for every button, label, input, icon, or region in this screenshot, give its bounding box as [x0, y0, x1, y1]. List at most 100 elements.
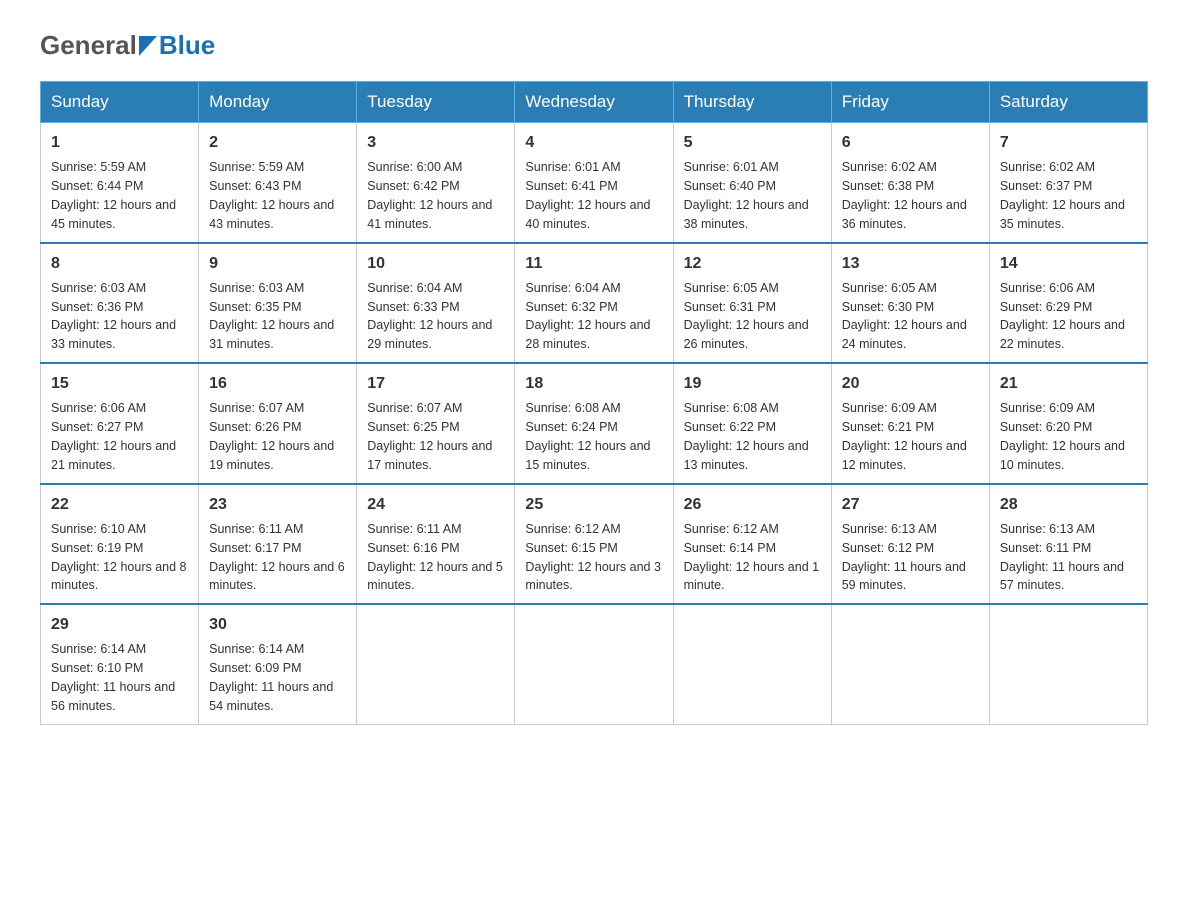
calendar-cell: 25Sunrise: 6:12 AMSunset: 6:15 PMDayligh…	[515, 484, 673, 605]
day-info: Sunrise: 6:01 AMSunset: 6:40 PMDaylight:…	[684, 160, 809, 231]
day-info: Sunrise: 6:03 AMSunset: 6:35 PMDaylight:…	[209, 281, 334, 352]
calendar-cell	[989, 604, 1147, 724]
day-number: 17	[367, 372, 504, 395]
day-number: 27	[842, 493, 979, 516]
calendar-cell: 23Sunrise: 6:11 AMSunset: 6:17 PMDayligh…	[199, 484, 357, 605]
day-info: Sunrise: 6:11 AMSunset: 6:17 PMDaylight:…	[209, 522, 345, 593]
calendar-cell: 16 Sunrise: 6:07 AMSunset: 6:26 PMDayligh…	[199, 363, 357, 484]
calendar-cell: 10 Sunrise: 6:04 AMSunset: 6:33 PMDayligh…	[357, 243, 515, 364]
logo-arrow-icon	[139, 36, 157, 56]
day-number: 6	[842, 131, 979, 154]
day-info: Sunrise: 5:59 AMSunset: 6:44 PMDaylight:…	[51, 160, 176, 231]
day-info: Sunrise: 6:00 AMSunset: 6:42 PMDaylight:…	[367, 160, 492, 231]
day-number: 5	[684, 131, 821, 154]
calendar-cell: 20Sunrise: 6:09 AMSunset: 6:21 PMDayligh…	[831, 363, 989, 484]
day-info: Sunrise: 6:01 AMSunset: 6:41 PMDaylight:…	[525, 160, 650, 231]
calendar-week-row: 1 Sunrise: 5:59 AMSunset: 6:44 PMDaylight…	[41, 123, 1148, 243]
calendar-cell: 5 Sunrise: 6:01 AMSunset: 6:40 PMDaylight…	[673, 123, 831, 243]
calendar-cell: 1 Sunrise: 5:59 AMSunset: 6:44 PMDaylight…	[41, 123, 199, 243]
calendar-table: SundayMondayTuesdayWednesdayThursdayFrid…	[40, 81, 1148, 725]
logo-blue-text: Blue	[159, 30, 215, 61]
day-info: Sunrise: 6:07 AMSunset: 6:26 PMDaylight:…	[209, 401, 334, 472]
day-info: Sunrise: 6:14 AMSunset: 6:09 PMDaylight:…	[209, 642, 333, 713]
calendar-week-row: 15Sunrise: 6:06 AMSunset: 6:27 PMDayligh…	[41, 363, 1148, 484]
page-header: General Blue	[40, 30, 1148, 61]
day-info: Sunrise: 6:02 AMSunset: 6:37 PMDaylight:…	[1000, 160, 1125, 231]
calendar-cell: 28 Sunrise: 6:13 AMSunset: 6:11 PMDayligh…	[989, 484, 1147, 605]
day-info: Sunrise: 6:08 AMSunset: 6:22 PMDaylight:…	[684, 401, 809, 472]
weekday-header-thursday: Thursday	[673, 82, 831, 123]
calendar-cell: 14 Sunrise: 6:06 AMSunset: 6:29 PMDayligh…	[989, 243, 1147, 364]
day-number: 13	[842, 252, 979, 275]
day-number: 29	[51, 613, 188, 636]
day-number: 10	[367, 252, 504, 275]
calendar-cell: 18 Sunrise: 6:08 AMSunset: 6:24 PMDayligh…	[515, 363, 673, 484]
day-info: Sunrise: 6:09 AMSunset: 6:21 PMDaylight:…	[842, 401, 967, 472]
day-number: 9	[209, 252, 346, 275]
day-info: Sunrise: 6:04 AMSunset: 6:33 PMDaylight:…	[367, 281, 492, 352]
calendar-cell: 9 Sunrise: 6:03 AMSunset: 6:35 PMDaylight…	[199, 243, 357, 364]
calendar-cell: 15Sunrise: 6:06 AMSunset: 6:27 PMDayligh…	[41, 363, 199, 484]
day-number: 15	[51, 372, 188, 395]
day-info: Sunrise: 6:13 AMSunset: 6:11 PMDaylight:…	[1000, 522, 1124, 593]
calendar-week-row: 22 Sunrise: 6:10 AMSunset: 6:19 PMDayligh…	[41, 484, 1148, 605]
weekday-header-row: SundayMondayTuesdayWednesdayThursdayFrid…	[41, 82, 1148, 123]
calendar-cell: 13 Sunrise: 6:05 AMSunset: 6:30 PMDayligh…	[831, 243, 989, 364]
day-number: 1	[51, 131, 188, 154]
calendar-cell: 8 Sunrise: 6:03 AMSunset: 6:36 PMDaylight…	[41, 243, 199, 364]
calendar-cell: 22 Sunrise: 6:10 AMSunset: 6:19 PMDayligh…	[41, 484, 199, 605]
day-number: 18	[525, 372, 662, 395]
day-number: 12	[684, 252, 821, 275]
calendar-cell: 21Sunrise: 6:09 AMSunset: 6:20 PMDayligh…	[989, 363, 1147, 484]
weekday-header-tuesday: Tuesday	[357, 82, 515, 123]
calendar-cell: 6 Sunrise: 6:02 AMSunset: 6:38 PMDaylight…	[831, 123, 989, 243]
day-info: Sunrise: 6:11 AMSunset: 6:16 PMDaylight:…	[367, 522, 503, 593]
day-number: 7	[1000, 131, 1137, 154]
calendar-cell: 27 Sunrise: 6:13 AMSunset: 6:12 PMDayligh…	[831, 484, 989, 605]
calendar-week-row: 8 Sunrise: 6:03 AMSunset: 6:36 PMDaylight…	[41, 243, 1148, 364]
day-number: 14	[1000, 252, 1137, 275]
day-number: 4	[525, 131, 662, 154]
calendar-cell: 29Sunrise: 6:14 AMSunset: 6:10 PMDayligh…	[41, 604, 199, 724]
day-info: Sunrise: 6:08 AMSunset: 6:24 PMDaylight:…	[525, 401, 650, 472]
day-info: Sunrise: 6:09 AMSunset: 6:20 PMDaylight:…	[1000, 401, 1125, 472]
calendar-week-row: 29Sunrise: 6:14 AMSunset: 6:10 PMDayligh…	[41, 604, 1148, 724]
calendar-cell: 7 Sunrise: 6:02 AMSunset: 6:37 PMDaylight…	[989, 123, 1147, 243]
day-number: 19	[684, 372, 821, 395]
day-info: Sunrise: 6:13 AMSunset: 6:12 PMDaylight:…	[842, 522, 966, 593]
weekday-header-friday: Friday	[831, 82, 989, 123]
calendar-cell	[831, 604, 989, 724]
day-info: Sunrise: 6:04 AMSunset: 6:32 PMDaylight:…	[525, 281, 650, 352]
day-number: 22	[51, 493, 188, 516]
day-number: 26	[684, 493, 821, 516]
calendar-cell: 3 Sunrise: 6:00 AMSunset: 6:42 PMDaylight…	[357, 123, 515, 243]
day-number: 3	[367, 131, 504, 154]
weekday-header-saturday: Saturday	[989, 82, 1147, 123]
day-info: Sunrise: 6:02 AMSunset: 6:38 PMDaylight:…	[842, 160, 967, 231]
calendar-cell	[673, 604, 831, 724]
day-info: Sunrise: 6:10 AMSunset: 6:19 PMDaylight:…	[51, 522, 187, 593]
weekday-header-monday: Monday	[199, 82, 357, 123]
calendar-cell	[515, 604, 673, 724]
day-number: 8	[51, 252, 188, 275]
calendar-cell: 4 Sunrise: 6:01 AMSunset: 6:41 PMDaylight…	[515, 123, 673, 243]
calendar-cell: 24 Sunrise: 6:11 AMSunset: 6:16 PMDayligh…	[357, 484, 515, 605]
day-number: 24	[367, 493, 504, 516]
calendar-cell	[357, 604, 515, 724]
calendar-cell: 19 Sunrise: 6:08 AMSunset: 6:22 PMDayligh…	[673, 363, 831, 484]
day-info: Sunrise: 6:05 AMSunset: 6:30 PMDaylight:…	[842, 281, 967, 352]
weekday-header-wednesday: Wednesday	[515, 82, 673, 123]
day-number: 11	[525, 252, 662, 275]
day-number: 28	[1000, 493, 1137, 516]
day-number: 16	[209, 372, 346, 395]
day-info: Sunrise: 5:59 AMSunset: 6:43 PMDaylight:…	[209, 160, 334, 231]
day-info: Sunrise: 6:07 AMSunset: 6:25 PMDaylight:…	[367, 401, 492, 472]
day-info: Sunrise: 6:03 AMSunset: 6:36 PMDaylight:…	[51, 281, 176, 352]
calendar-cell: 11 Sunrise: 6:04 AMSunset: 6:32 PMDayligh…	[515, 243, 673, 364]
calendar-cell: 30 Sunrise: 6:14 AMSunset: 6:09 PMDayligh…	[199, 604, 357, 724]
weekday-header-sunday: Sunday	[41, 82, 199, 123]
day-info: Sunrise: 6:12 AMSunset: 6:14 PMDaylight:…	[684, 522, 820, 593]
day-info: Sunrise: 6:06 AMSunset: 6:29 PMDaylight:…	[1000, 281, 1125, 352]
logo-general-text: General	[40, 30, 137, 61]
day-number: 30	[209, 613, 346, 636]
